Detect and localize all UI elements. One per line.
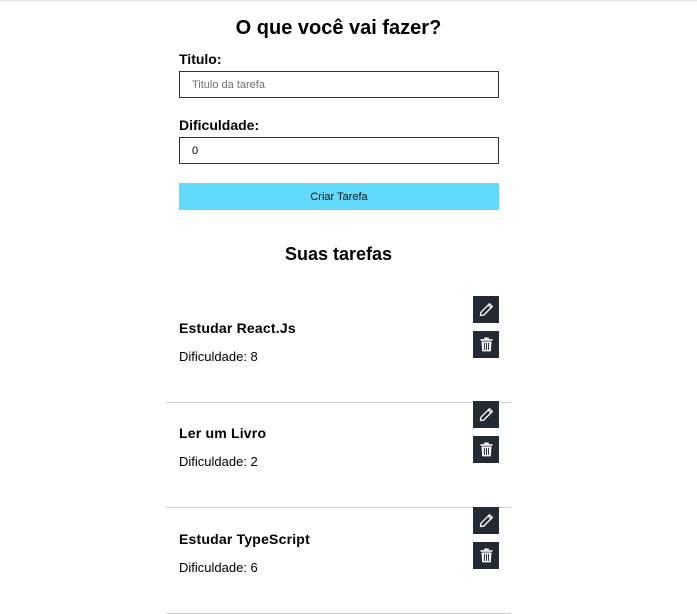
delete-task-button[interactable] [473, 436, 499, 463]
task-difficulty: Dificuldade: 2 [179, 454, 258, 469]
edit-task-button[interactable] [473, 401, 499, 428]
delete-task-button[interactable] [473, 542, 499, 569]
pencil-icon [479, 513, 494, 528]
task-name: Estudar TypeScript [179, 531, 310, 547]
task-difficulty: Dificuldade: 8 [179, 349, 258, 364]
difficulty-input[interactable] [179, 137, 499, 164]
title-input[interactable] [179, 71, 499, 98]
task-item: Estudar TypeScript Dificuldade: 6 [166, 507, 511, 614]
task-item: Estudar React.Js Dificuldade: 8 [166, 296, 511, 403]
trash-icon [479, 337, 493, 352]
pencil-icon [479, 302, 494, 317]
delete-task-button[interactable] [473, 331, 499, 358]
form-title: O que você vai fazer? [235, 17, 442, 39]
edit-task-button[interactable] [473, 507, 499, 534]
pencil-icon [479, 407, 494, 422]
task-name: Ler um Livro [179, 425, 267, 441]
title-label: Titulo: [179, 51, 222, 67]
task-name: Estudar React.Js [179, 320, 296, 336]
edit-task-button[interactable] [473, 296, 499, 323]
task-difficulty: Dificuldade: 6 [179, 560, 258, 575]
trash-icon [479, 548, 493, 563]
difficulty-label: Dificuldade: [179, 117, 260, 133]
task-item: Ler um Livro Dificuldade: 2 [166, 401, 511, 508]
task-page: O que você vai fazer? Titulo: Dificuldad… [0, 0, 697, 614]
trash-icon [479, 442, 493, 457]
task-list-title: Suas tarefas [284, 244, 393, 264]
create-task-button[interactable]: Criar Tarefa [179, 183, 499, 210]
